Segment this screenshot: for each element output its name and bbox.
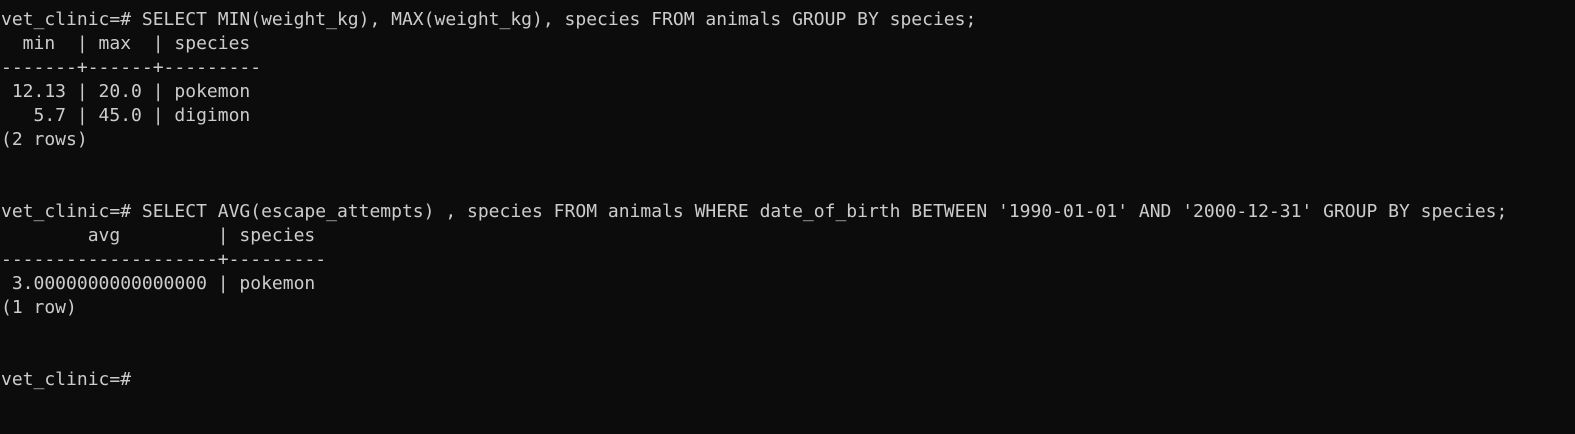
- prompt-input-line[interactable]: vet_clinic=#: [0, 368, 1575, 392]
- command-line: vet_clinic=# SELECT MIN(weight_kg), MAX(…: [1, 9, 977, 30]
- result-row: 3.0000000000000000 | pokemon: [1, 273, 316, 294]
- result-row: 12.13 | 20.0 | pokemon: [1, 81, 251, 102]
- result-separator: --------------------+---------: [1, 249, 327, 270]
- result-row: 5.7 | 45.0 | digimon: [1, 105, 251, 126]
- result-header: min | max | species: [1, 33, 251, 54]
- command-line: vet_clinic=# SELECT AVG(escape_attempts)…: [1, 201, 1508, 222]
- result-header: avg | species: [1, 225, 316, 246]
- terminal-window[interactable]: vet_clinic=# SELECT MIN(weight_kg), MAX(…: [0, 0, 1575, 434]
- result-separator: -------+------+---------: [1, 57, 262, 78]
- row-count: (1 row): [1, 297, 77, 318]
- row-count: (2 rows): [1, 129, 88, 150]
